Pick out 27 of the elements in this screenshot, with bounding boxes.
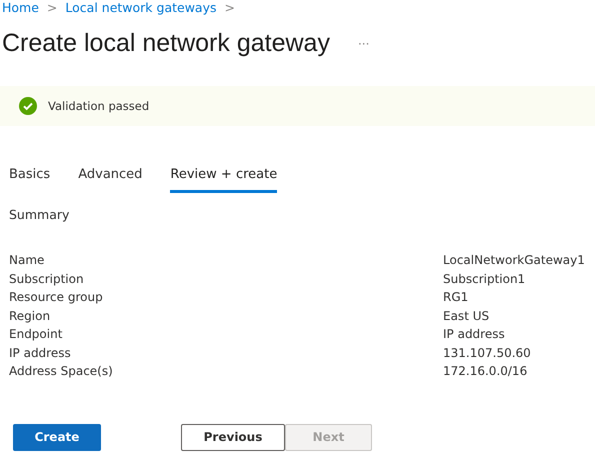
breadcrumb-separator: > xyxy=(46,0,58,16)
tab[interactable]: Basics xyxy=(9,167,50,193)
field-label: Resource group xyxy=(9,290,104,304)
field-value: 131.107.50.60 xyxy=(443,346,532,360)
field-label: Subscription xyxy=(9,272,85,286)
breadcrumb-link[interactable]: Home xyxy=(2,0,39,16)
field-value: LocalNetworkGateway1 xyxy=(443,253,586,268)
tab[interactable]: Review + create xyxy=(170,167,278,193)
field-label: IP address xyxy=(9,346,72,360)
breadcrumb-link[interactable]: Local network gateways xyxy=(65,0,216,16)
create-button[interactable]: Create xyxy=(13,424,101,450)
tab[interactable]: Advanced xyxy=(78,167,142,193)
breadcrumb-separator: > xyxy=(224,0,235,16)
banner-text: Validation passed xyxy=(48,99,150,113)
more-button[interactable]: ··· xyxy=(358,36,370,50)
field-value: IP address xyxy=(443,327,506,342)
field-label: Endpoint xyxy=(9,327,64,342)
section-heading: Summary xyxy=(8,206,70,222)
field-value: RG1 xyxy=(443,290,470,304)
field-value: East US xyxy=(443,308,490,323)
field-value: 172.16.0.0/16 xyxy=(443,364,528,378)
nav-button[interactable]: Previous xyxy=(181,424,285,450)
page-title: Create local network gateway xyxy=(2,29,330,58)
field-label: Region xyxy=(9,308,52,323)
field-value: Subscription1 xyxy=(443,272,526,286)
field-label: Address Space(s) xyxy=(9,364,114,378)
field-label: Name xyxy=(9,253,46,268)
